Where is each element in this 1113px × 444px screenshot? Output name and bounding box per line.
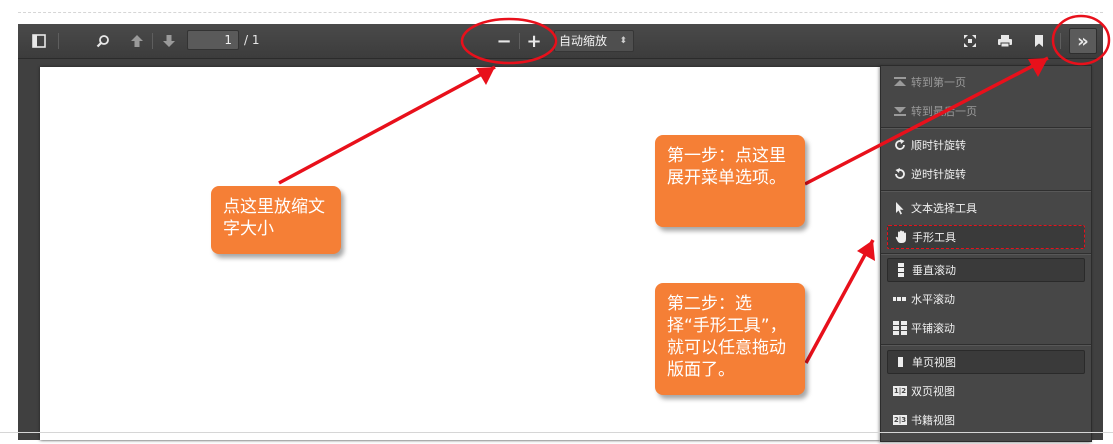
wrapped-scroll-icon <box>893 321 907 335</box>
callout-zoom: 点这里放缩文字大小 <box>211 186 341 254</box>
even-spread-icon: 2|3 <box>893 415 907 425</box>
menu-item-vertical-scroll[interactable]: 垂直滚动 <box>887 258 1085 282</box>
odd-spread-icon: 1|2 <box>893 386 907 396</box>
menu-item-last-page[interactable]: 转到最后一页 <box>887 99 1085 123</box>
tools-menu-button[interactable]: » <box>1069 28 1097 54</box>
menu-item-label: 手形工具 <box>912 231 956 244</box>
zoom-select[interactable]: 自动缩放 ⬍ <box>554 30 634 52</box>
print-icon <box>998 35 1012 48</box>
horizontal-scroll-icon <box>893 292 907 306</box>
zoom-in-button[interactable]: + <box>521 29 547 53</box>
cursor-icon <box>893 201 907 215</box>
bookmark-button[interactable] <box>1026 29 1052 53</box>
single-page-icon <box>894 355 908 369</box>
toolbar-separator <box>58 33 59 49</box>
menu-item-hand-tool[interactable]: 手形工具 <box>887 225 1085 249</box>
menu-item-odd-spread[interactable]: 1|2 双页视图 <box>887 379 1085 403</box>
menu-item-label: 平铺滚动 <box>911 322 955 335</box>
pdf-viewer: 1 / 1 − + 自动缩放 ⬍ » 转到第一页 转到最后一页 顺时针旋转 逆时… <box>18 24 1103 442</box>
fullscreen-icon <box>964 35 976 47</box>
search-icon <box>96 35 109 48</box>
find-button[interactable] <box>90 29 116 53</box>
menu-item-horizontal-scroll[interactable]: 水平滚动 <box>887 287 1085 311</box>
menu-separator <box>881 253 1091 254</box>
sidebar-toggle-button[interactable] <box>26 29 52 53</box>
menu-separator <box>881 127 1091 128</box>
arrow-up-icon <box>131 35 143 47</box>
toolbar-separator <box>152 33 153 49</box>
last-page-icon <box>893 104 907 118</box>
menu-item-label: 逆时针旋转 <box>911 168 966 181</box>
first-page-icon <box>893 75 907 89</box>
toolbar-separator <box>1060 33 1061 49</box>
menu-item-label: 单页视图 <box>912 356 956 369</box>
previous-page-button[interactable] <box>124 29 150 53</box>
callout-step1: 第一步：点这里展开菜单选项。 <box>655 135 805 227</box>
hand-icon <box>894 230 908 244</box>
menu-item-single-page[interactable]: 单页视图 <box>887 350 1085 374</box>
select-caret-icon: ⬍ <box>619 36 627 46</box>
menu-item-rotate-clockwise[interactable]: 顺时针旋转 <box>887 133 1085 157</box>
menu-item-even-spread[interactable]: 2|3 书籍视图 <box>887 408 1085 432</box>
menu-item-label: 顺时针旋转 <box>911 139 966 152</box>
callout-step2: 第二步：选择“手形工具”，就可以任意拖动版面了。 <box>655 283 805 395</box>
menu-item-label: 文本选择工具 <box>911 202 977 215</box>
menu-item-label: 转到最后一页 <box>911 105 977 118</box>
menu-item-label: 水平滚动 <box>911 293 955 306</box>
arrow-down-icon <box>163 35 175 47</box>
menu-item-text-select-tool[interactable]: 文本选择工具 <box>887 196 1085 220</box>
menu-item-label: 垂直滚动 <box>912 264 956 277</box>
menu-item-label: 转到第一页 <box>911 76 966 89</box>
page-number-input[interactable]: 1 <box>187 30 239 50</box>
menu-item-label: 书籍视图 <box>911 414 955 427</box>
menu-separator <box>881 190 1091 191</box>
menu-separator <box>881 344 1091 345</box>
zoom-select-value: 自动缩放 <box>559 34 608 48</box>
presentation-mode-button[interactable] <box>957 29 983 53</box>
menu-item-rotate-counterclockwise[interactable]: 逆时针旋转 <box>887 162 1085 186</box>
zoom-out-button[interactable]: − <box>491 29 517 53</box>
rotate-cw-icon <box>893 138 907 152</box>
menu-item-label: 双页视图 <box>911 385 955 398</box>
top-dashed-divider <box>18 12 1103 13</box>
rotate-ccw-icon <box>893 167 907 181</box>
secondary-tools-menu: 转到第一页 转到最后一页 顺时针旋转 逆时针旋转 文本选择工具 手形工具 垂直滚… <box>880 65 1092 442</box>
vertical-scroll-icon <box>894 263 908 277</box>
page-count-label: / 1 <box>244 33 260 47</box>
toolbar: 1 / 1 − + 自动缩放 ⬍ » <box>18 24 1103 59</box>
sidebar-icon <box>32 34 46 48</box>
print-button[interactable] <box>992 29 1018 53</box>
menu-item-first-page[interactable]: 转到第一页 <box>887 70 1085 94</box>
menu-item-wrapped-scroll[interactable]: 平铺滚动 <box>887 316 1085 340</box>
next-page-button[interactable] <box>156 29 182 53</box>
toolbar-separator <box>519 33 520 49</box>
bookmark-icon <box>1035 35 1043 47</box>
bottom-divider <box>0 432 1113 433</box>
